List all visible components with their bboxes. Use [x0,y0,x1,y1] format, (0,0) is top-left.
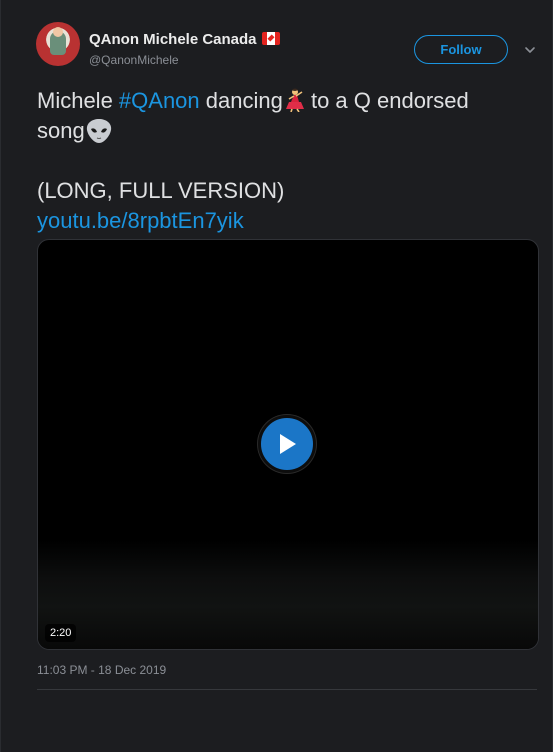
tweet-text-part1: Michele [37,88,119,113]
play-button[interactable] [258,415,316,473]
youtube-link[interactable]: youtu.be/8rpbtEn7yik [37,208,244,233]
author-display-name[interactable]: QAnon Michele Canada [89,31,257,48]
hashtag-link[interactable]: #QAnon [119,88,200,113]
divider [37,689,537,690]
follow-button[interactable]: Follow [414,35,508,64]
alien-emoji-icon [86,119,111,143]
tweet-text: Michele #QAnon dancing to a Q endorsed s… [37,86,542,236]
tweet-timestamp[interactable]: 11:03 PM - 18 Dec 2019 [37,663,166,677]
chevron-down-icon[interactable] [524,44,536,56]
tweet-text-part4: (LONG, FULL VERSION) [37,178,285,203]
author-handle[interactable]: @QanonMichele [89,53,179,67]
canada-flag-icon [261,32,280,45]
video-player[interactable]: 2:20 [37,239,539,650]
author-name-row[interactable]: QAnon Michele Canada [89,31,280,48]
video-frame-shadow [38,540,538,649]
play-icon [280,434,296,454]
tweet-card: QAnon Michele Canada @QanonMichele Follo… [0,0,553,752]
avatar-head [53,27,63,37]
video-duration: 2:20 [45,624,77,642]
tweet-text-part2: dancing [199,88,283,113]
avatar[interactable] [36,22,80,66]
dancer-emoji-icon [285,88,304,112]
